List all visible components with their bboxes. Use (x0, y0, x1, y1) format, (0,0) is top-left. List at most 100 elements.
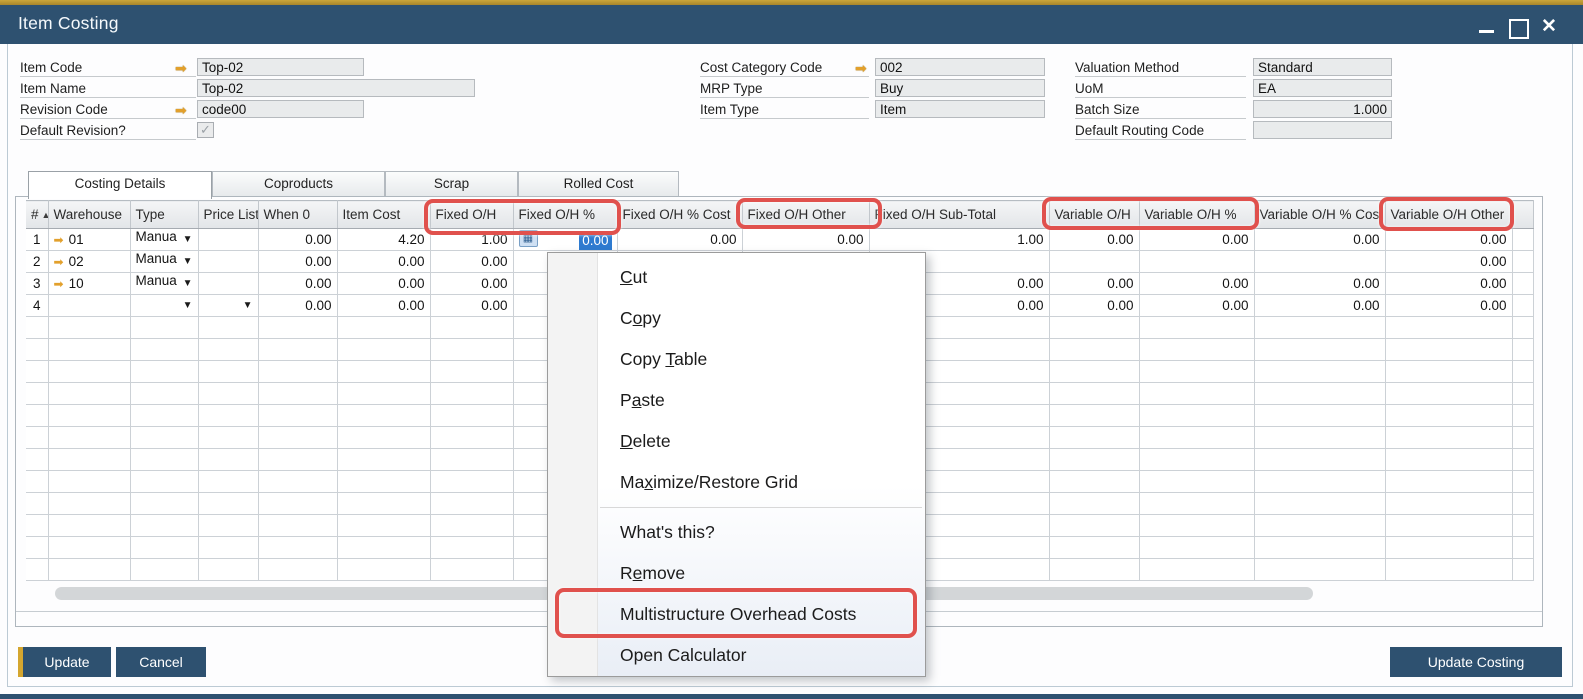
grid-cell-variable-oh-other[interactable]: 0.00 (1385, 294, 1513, 317)
grid-cell-overflow[interactable] (1512, 294, 1534, 317)
grid-cell-variable-oh-other[interactable]: 0.00 (1385, 272, 1513, 295)
grid-cell-variable-oh[interactable] (1049, 250, 1140, 273)
column-header-fixed-oh-pct-cost[interactable]: Fixed O/H % Cost (617, 200, 743, 229)
grid-cell-variable-oh[interactable]: 0.00 (1049, 228, 1140, 251)
grid-cell-type[interactable]: ▼ Manua (130, 250, 199, 273)
column-header-warehouse[interactable]: Warehouse (48, 200, 131, 229)
column-header-variable-oh-other[interactable]: Variable O/H Other (1385, 200, 1513, 229)
grid-cell-item-cost[interactable]: 0.00 (337, 294, 431, 317)
grid-cell-num[interactable]: 3 (26, 272, 49, 295)
column-header-num[interactable]: #▲ (26, 200, 49, 229)
grid-cell-variable-oh-pct[interactable]: 0.00 (1139, 228, 1255, 251)
grid-cell-fixed-oh-other[interactable]: 0.00 (742, 228, 870, 251)
grid-cell-fixed-oh-subtotal[interactable]: 1.00 (869, 228, 1050, 251)
grid-cell-variable-oh-other[interactable]: 0.00 (1385, 250, 1513, 273)
menu-item-delete[interactable]: Delete (548, 421, 925, 462)
column-header-type[interactable]: Type (130, 200, 199, 229)
grid-cell-price-list[interactable] (198, 272, 259, 295)
default-routing-code-input[interactable] (1253, 121, 1392, 139)
update-button[interactable]: Update (18, 647, 111, 677)
grid-cell-variable-oh-other[interactable]: 0.00 (1385, 228, 1513, 251)
uom-input[interactable] (1253, 79, 1392, 97)
column-header-variable-oh[interactable]: Variable O/H (1049, 200, 1140, 229)
grid-cell-fixed-oh-pct-cost[interactable]: 0.00 (617, 228, 743, 251)
link-arrow-icon[interactable]: ➡ (54, 277, 64, 291)
update-costing-button[interactable]: Update Costing (1390, 647, 1562, 677)
column-header-fixed-oh-subtotal[interactable]: Fixed O/H Sub-Total (869, 200, 1050, 229)
grid-cell-price-list[interactable]: ▼ (198, 294, 259, 317)
link-arrow-icon[interactable]: ➡ (54, 255, 64, 269)
grid-cell-variable-oh-pct-cost[interactable]: 0.00 (1254, 294, 1386, 317)
valuation-method-input[interactable] (1253, 58, 1392, 76)
column-header-item-cost[interactable]: Item Cost (337, 200, 431, 229)
column-header-variable-oh-pct-cost[interactable]: Variable O/H % Cost (1254, 200, 1386, 229)
column-header-when-0[interactable]: When 0 (258, 200, 338, 229)
grid-cell-when-0[interactable]: 0.00 (258, 272, 338, 295)
cancel-button[interactable]: Cancel (116, 647, 206, 677)
grid-cell-price-list[interactable] (198, 250, 259, 273)
menu-item-copy-table[interactable]: Copy Table (548, 339, 925, 380)
menu-item-open-calculator[interactable]: Open Calculator (548, 635, 925, 676)
column-header-fixed-oh-other[interactable]: Fixed O/H Other (742, 200, 870, 229)
grid-cell-fixed-oh[interactable]: 0.00 (430, 272, 514, 295)
dropdown-arrow-icon[interactable]: ▼ (183, 295, 193, 316)
grid-cell-item-cost[interactable]: 0.00 (337, 250, 431, 273)
grid-cell-when-0[interactable]: 0.00 (258, 228, 338, 251)
grid-cell-type[interactable]: ▼ (130, 294, 199, 317)
column-header-overflow[interactable] (1512, 200, 1534, 229)
calculator-icon[interactable]: ▦ (518, 229, 538, 247)
grid-cell-variable-oh-pct[interactable] (1139, 250, 1255, 273)
item-code-link-arrow-icon[interactable]: ➡ (175, 59, 193, 77)
grid-cell-overflow[interactable] (1512, 250, 1534, 273)
maximize-button[interactable] (1506, 17, 1529, 39)
grid-cell-variable-oh-pct-cost[interactable]: 0.00 (1254, 272, 1386, 295)
grid-cell-num[interactable]: 1 (26, 228, 49, 251)
grid-cell-warehouse[interactable]: ➡ 02 (48, 250, 131, 273)
grid-cell-fixed-oh[interactable]: 0.00 (430, 250, 514, 273)
link-arrow-icon[interactable]: ➡ (54, 233, 64, 247)
tab-costing-details[interactable]: Costing Details (28, 171, 212, 199)
default-revision-checkbox[interactable]: ✓ (197, 122, 214, 138)
grid-cell-variable-oh-pct[interactable]: 0.00 (1139, 294, 1255, 317)
grid-cell-type[interactable]: ▼ Manua (130, 272, 199, 295)
batch-size-input[interactable] (1253, 100, 1392, 118)
grid-cell-when-0[interactable]: 0.00 (258, 294, 338, 317)
grid-cell-variable-oh[interactable]: 0.00 (1049, 294, 1140, 317)
column-header-price-list[interactable]: Price List (198, 200, 259, 229)
grid-cell-when-0[interactable]: 0.00 (258, 250, 338, 273)
minimize-button[interactable] (1476, 17, 1498, 37)
item-name-input[interactable] (197, 79, 475, 97)
revision-code-link-arrow-icon[interactable]: ➡ (175, 101, 193, 119)
item-code-input[interactable] (197, 58, 364, 76)
grid-cell-num[interactable]: 2 (26, 250, 49, 273)
menu-item-cut[interactable]: Cut (548, 257, 925, 298)
grid-cell-price-list[interactable] (198, 228, 259, 251)
menu-item-paste[interactable]: Paste (548, 380, 925, 421)
grid-cell-overflow[interactable] (1512, 272, 1534, 295)
tab-rolled-cost[interactable]: Rolled Cost (518, 171, 679, 196)
grid-cell-variable-oh-pct[interactable]: 0.00 (1139, 272, 1255, 295)
grid-cell-fixed-oh[interactable]: 0.00 (430, 294, 514, 317)
grid-cell-variable-oh-pct-cost[interactable] (1254, 250, 1386, 273)
column-header-fixed-oh[interactable]: Fixed O/H (430, 200, 514, 229)
tab-coproducts[interactable]: Coproducts (212, 171, 385, 196)
menu-item-multistructure-overhead-costs[interactable]: Multistructure Overhead Costs (548, 594, 925, 635)
grid-cell-overflow[interactable] (1512, 228, 1534, 251)
menu-item-remove[interactable]: Remove (548, 553, 925, 594)
dropdown-arrow-icon[interactable]: ▼ (183, 273, 193, 294)
cost-category-code-link-arrow-icon[interactable]: ➡ (855, 59, 873, 77)
grid-cell-fixed-oh[interactable]: 1.00 (430, 228, 514, 251)
column-header-fixed-oh-pct[interactable]: Fixed O/H % (513, 200, 618, 229)
item-type-input[interactable] (875, 100, 1045, 118)
menu-item-maximize-restore-grid[interactable]: Maximize/Restore Grid (548, 462, 925, 503)
tab-scrap[interactable]: Scrap (385, 171, 518, 196)
menu-item-copy[interactable]: Copy (548, 298, 925, 339)
column-header-variable-oh-pct[interactable]: Variable O/H % (1139, 200, 1255, 229)
grid-cell-type[interactable]: ▼ Manua (130, 228, 199, 251)
cost-category-code-input[interactable] (875, 58, 1045, 76)
grid-cell-item-cost[interactable]: 0.00 (337, 272, 431, 295)
close-button[interactable]: ✕ (1538, 17, 1560, 37)
grid-cell-warehouse[interactable]: ➡ 10 (48, 272, 131, 295)
grid-cell-item-cost[interactable]: 4.20 (337, 228, 431, 251)
revision-code-input[interactable] (197, 100, 364, 118)
